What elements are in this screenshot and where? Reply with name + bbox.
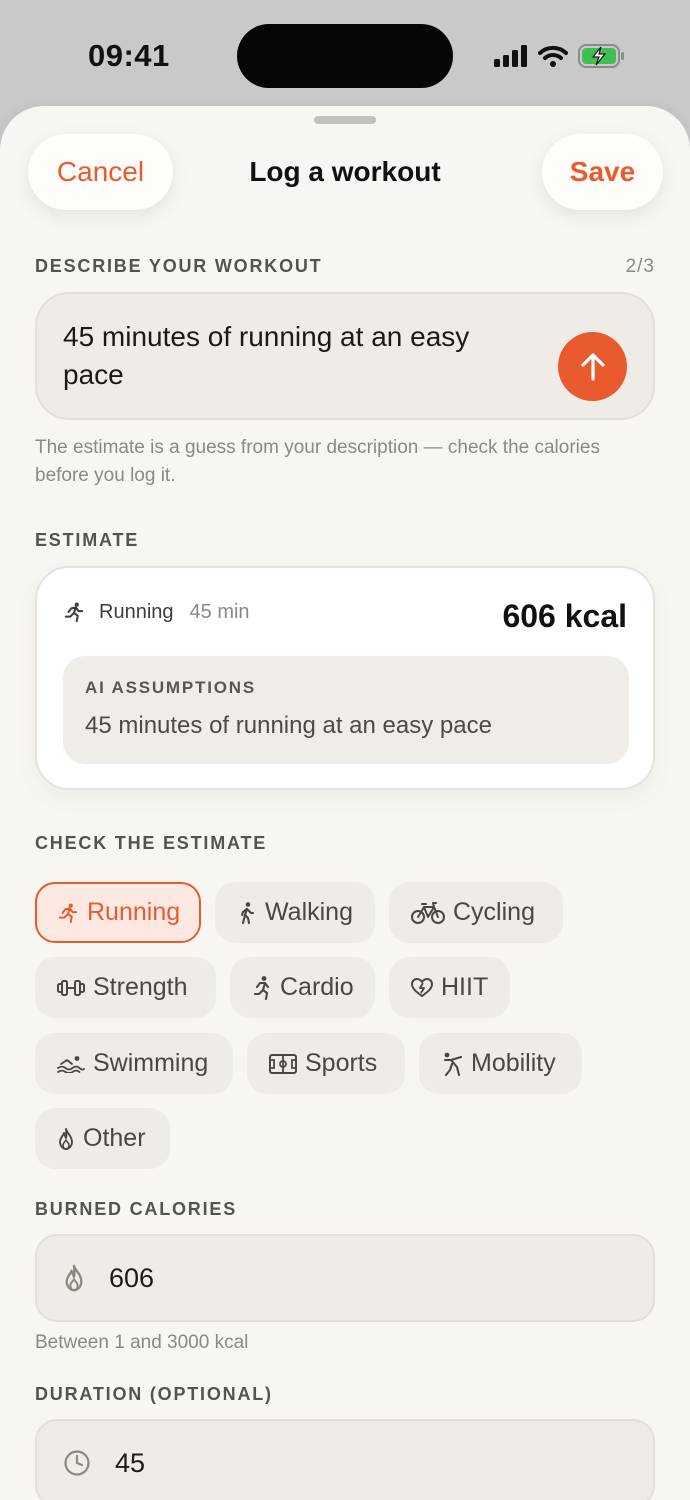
describe-counter: 2/3 [625,256,655,277]
chip-label: HIIT [441,973,489,1001]
chip-sports[interactable]: Sports [247,1033,405,1094]
arrow-up-icon [580,352,605,381]
chip-label: Other [83,1124,146,1152]
chip-cycling[interactable]: Cycling [389,882,563,943]
chip-label: Running [87,898,181,926]
flame-icon [59,1127,73,1150]
clock-icon [64,1450,90,1476]
save-button[interactable]: Save [542,134,663,210]
chip-cardio[interactable]: Cardio [230,957,375,1018]
sheet-grabber[interactable] [314,116,376,124]
estimate-card: Running 45 min 606 kcal AI ASSUMPTIONS 4… [35,566,655,790]
ai-assumptions-label: AI ASSUMPTIONS [85,678,256,697]
chip-running[interactable]: Running [35,882,201,943]
calories-hint: Between 1 and 3000 kcal [35,1332,249,1353]
send-button[interactable] [558,332,627,401]
calories-label: BURNED CALORIES [35,1199,238,1219]
heart-bolt-icon [411,977,433,997]
ai-assumptions: AI ASSUMPTIONS 45 minutes of running at … [63,656,629,764]
bicycle-icon [411,901,445,924]
wifi-icon [538,45,568,67]
swimming-icon [57,1055,85,1073]
estimate-label: ESTIMATE [35,530,140,550]
status-bar: 09:41 [0,0,690,110]
chip-label: Swimming [93,1049,209,1077]
field-icon [269,1053,297,1074]
chip-label: Strength [93,973,188,1001]
describe-input[interactable]: 45 minutes of running at an easy pace [35,292,655,420]
status-time: 09:41 [88,38,170,73]
chip-label: Cardio [280,973,354,1001]
duration-value[interactable]: 45 [115,1448,145,1479]
duration-label: DURATION (OPTIONAL) [35,1384,273,1404]
chip-strength[interactable]: Strength [35,957,216,1018]
dynamic-island [237,24,453,88]
estimate-activity: Running [99,600,174,623]
estimate-kcal: 606 kcal [502,598,627,634]
check-estimate-label: CHECK THE ESTIMATE [35,833,268,853]
chip-other[interactable]: Other [35,1108,170,1169]
chip-mobility[interactable]: Mobility [419,1033,582,1094]
chip-hiit[interactable]: HIIT [389,957,510,1018]
describe-label: DESCRIBE YOUR WORKOUT [35,256,323,276]
running-icon [58,903,78,923]
chip-swimming[interactable]: Swimming [35,1033,233,1094]
calories-field[interactable]: 606 [35,1234,655,1322]
chip-walking[interactable]: Walking [215,882,375,943]
chip-label: Mobility [471,1049,556,1077]
duration-field[interactable]: 45 [35,1419,655,1500]
ai-assumptions-text: 45 minutes of running at an easy pace [85,712,492,739]
walking-icon [240,901,255,924]
workout-sheet: Cancel Log a workout Save DESCRIBE YOUR … [0,106,690,1500]
cardio-icon [253,975,270,1000]
dumbbell-icon [57,979,85,996]
estimate-help-text: The estimate is a guess from your descri… [35,437,600,486]
describe-input-text[interactable]: 45 minutes of running at an easy pace [63,318,523,394]
estimate-duration: 45 min [189,600,250,623]
calories-value[interactable]: 606 [109,1263,154,1294]
chip-label: Sports [305,1049,378,1077]
estimate-summary: Running 45 min [63,600,250,624]
running-icon [64,602,84,623]
cellular-signal-icon [494,45,527,67]
stretch-icon [443,1052,463,1076]
chip-label: Cycling [453,898,535,926]
battery-charging-icon [578,44,624,68]
flame-icon [65,1264,83,1292]
chip-label: Walking [265,898,353,926]
status-icons [494,40,626,72]
